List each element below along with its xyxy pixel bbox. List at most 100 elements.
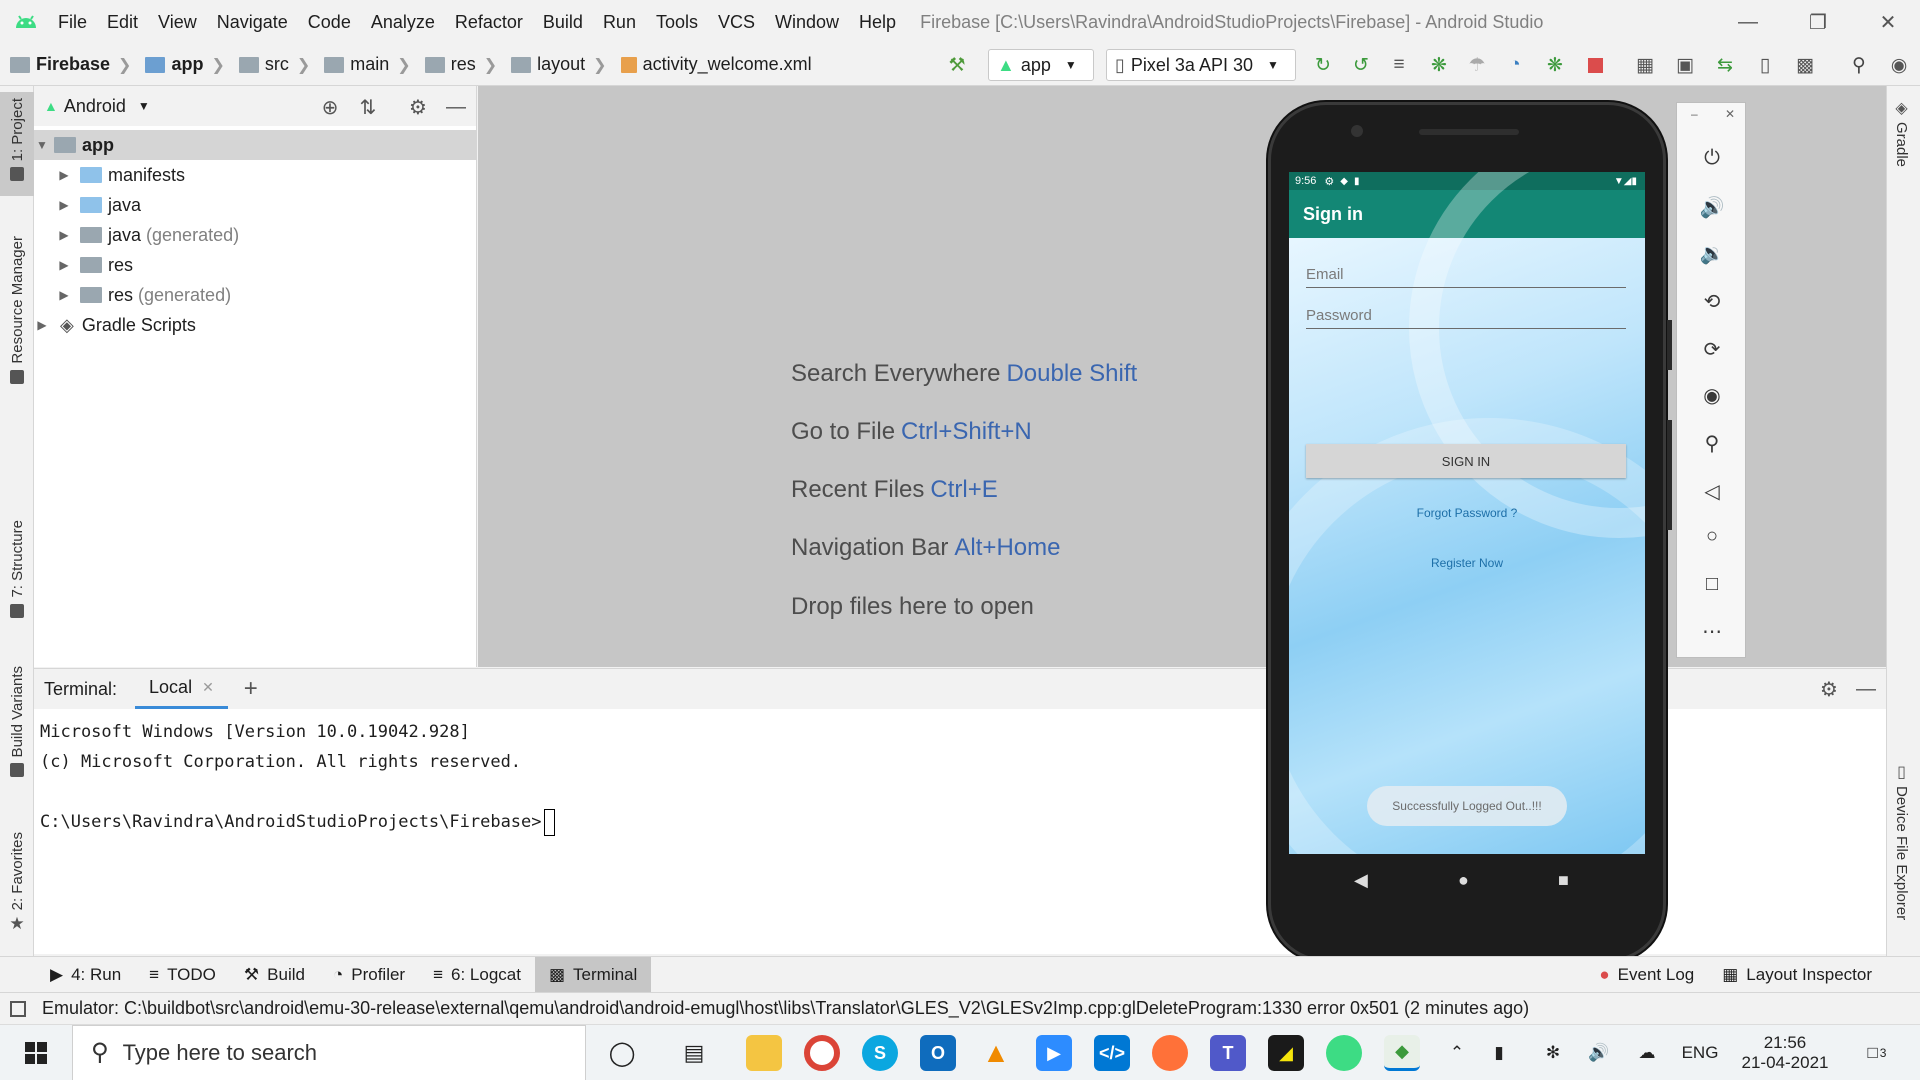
status-message[interactable]: Emulator: C:\buildbot\src\android\emu-30… [42,998,1529,1019]
tab-event-log[interactable]: ● Event Log [1585,957,1708,993]
tab-project[interactable]: 1: Project [0,92,34,196]
sync-gradle-icon[interactable]: ⇆ [1712,52,1738,78]
tab-logcat[interactable]: ≡ 6: Logcat [419,957,535,993]
gear-icon[interactable]: ⚙ [1820,677,1838,702]
tab-todo[interactable]: ≡ TODO [135,957,230,993]
tree-item-res[interactable]: ▶ res [34,250,477,280]
collapsed-arrow-icon[interactable]: ▶ [56,258,72,272]
tab-build[interactable]: ⚒ Build [230,957,319,993]
tab-favorites[interactable]: 2: Favorites ★ [0,832,34,942]
terminal-tab-local[interactable]: Local ✕ [135,669,228,709]
close-icon[interactable]: ✕ [1860,0,1916,44]
breadcrumb-firebase[interactable]: Firebase ❯ [0,54,135,75]
menu-view[interactable]: View [148,12,207,33]
debug-icon[interactable]: ❋ [1426,52,1452,78]
outlook-icon[interactable]: O [920,1035,956,1071]
volume-up-icon[interactable]: 🔊 [1677,195,1747,220]
emulator-screen[interactable]: 9:56 ⚙ ◆ ▮ ▼◢▮ Sign in Email Password SI… [1289,172,1645,854]
input-language[interactable]: ENG [1680,1025,1720,1080]
tab-gradle[interactable]: ◈ Gradle [1893,98,1910,167]
attach-debugger-icon[interactable]: ❋ [1542,52,1568,78]
tab-build-variants[interactable]: Build Variants [0,666,34,796]
tree-item-app[interactable]: ▼ app [34,130,477,160]
android-back-icon[interactable]: ◀ [1354,870,1368,891]
screenshot-camera-icon[interactable]: ◉ [1677,383,1747,408]
project-structure-icon[interactable]: ▦ [1632,52,1658,78]
menu-tools[interactable]: Tools [646,12,708,33]
gear-icon[interactable]: ⚙ [406,95,430,119]
assistant-icon[interactable]: ◉ [1886,52,1912,78]
close-tab-icon[interactable]: ✕ [202,679,214,696]
coverage-icon[interactable]: ☂ [1464,52,1490,78]
project-view-select[interactable]: Android [64,96,126,117]
profile-icon[interactable]: ◔ [1502,52,1528,78]
vlc-icon[interactable]: ▲ [978,1035,1014,1071]
collapsed-arrow-icon[interactable]: ▶ [56,198,72,212]
rerun-icon[interactable]: ↻ [1310,52,1336,78]
breadcrumb-layout[interactable]: layout ❯ [501,54,610,75]
power-icon[interactable]: ⏻ [1677,147,1747,170]
menu-window[interactable]: Window [765,12,849,33]
make-project-hammer-icon[interactable]: ⚒ [944,52,970,78]
back-icon[interactable]: ◁ [1677,479,1747,504]
breadcrumb-src[interactable]: src ❯ [229,54,314,75]
tab-structure[interactable]: 7: Structure [0,520,34,630]
menu-build[interactable]: Build [533,12,593,33]
cortana-icon[interactable]: ◯ [604,1035,640,1071]
locate-icon[interactable]: ⊕ [318,95,342,119]
android-home-icon[interactable]: ● [1458,870,1469,891]
breadcrumb-main[interactable]: main ❯ [314,54,414,75]
search-icon[interactable]: ⚲ [1846,52,1872,78]
taskbar-search-box[interactable]: ⚲ Type here to search [72,1024,586,1080]
firefox-icon[interactable] [1152,1035,1188,1071]
breadcrumb-res[interactable]: res ❯ [415,54,501,75]
emulator-taskbar-icon[interactable]: ◆ [1384,1035,1420,1071]
skype-icon[interactable]: S [862,1035,898,1071]
menu-file[interactable]: File [48,12,97,33]
password-field[interactable]: Password [1306,307,1626,329]
volume-icon[interactable]: 🔊 [1584,1025,1614,1080]
chrome-icon[interactable] [804,1035,840,1071]
battery-icon[interactable]: ▮ [1484,1025,1514,1080]
toggle-tool-windows-icon[interactable] [10,1000,26,1017]
file-explorer-icon[interactable] [746,1035,782,1071]
breadcrumb-file[interactable]: activity_welcome.xml [611,54,816,75]
avd-manager-icon[interactable]: ▯ [1752,52,1778,78]
android-recents-icon[interactable]: ■ [1558,870,1569,891]
menu-analyze[interactable]: Analyze [361,12,445,33]
tree-item-res-generated[interactable]: ▶ res (generated) [34,280,477,310]
tree-item-gradle-scripts[interactable]: ▶ ◈ Gradle Scripts [34,310,477,340]
rotate-right-icon[interactable]: ⟳ [1677,337,1747,362]
minimize-icon[interactable]: — [1720,0,1776,44]
sign-in-button[interactable]: SIGN IN [1306,444,1626,478]
menu-navigate[interactable]: Navigate [207,12,298,33]
collapsed-arrow-icon[interactable]: ▶ [56,288,72,302]
clock[interactable]: 21:56 21-04-2021 [1730,1025,1840,1080]
collapsed-arrow-icon[interactable]: ▶ [56,228,72,242]
vscode-icon[interactable]: </> [1094,1035,1130,1071]
sdk-manager-icon[interactable]: ▩ [1792,52,1818,78]
tab-resource-manager[interactable]: Resource Manager [0,236,34,396]
editor-empty-area[interactable]: Search Everywhere Double Shift Go to File… [478,86,1886,667]
menu-refactor[interactable]: Refactor [445,12,533,33]
tab-layout-inspector[interactable]: ▦ Layout Inspector [1708,957,1886,993]
notifications-icon[interactable]: □ 3 [1852,1025,1902,1080]
expanded-arrow-icon[interactable]: ▼ [34,138,50,152]
onedrive-cloud-icon[interactable]: ☁ [1632,1025,1662,1080]
tree-item-java-generated[interactable]: ▶ java (generated) [34,220,477,250]
home-icon[interactable]: ○ [1677,525,1747,548]
volume-down-icon[interactable]: 🔉 [1677,241,1747,266]
menu-code[interactable]: Code [298,12,361,33]
menu-edit[interactable]: Edit [97,12,148,33]
overview-icon[interactable]: □ [1677,573,1747,596]
hide-panel-icon[interactable]: — [444,95,468,119]
collapsed-arrow-icon[interactable]: ▶ [34,318,50,332]
tree-item-manifests[interactable]: ▶ manifests [34,160,477,190]
collapsed-arrow-icon[interactable]: ▶ [56,168,72,182]
close-icon[interactable]: ✕ [1725,107,1735,121]
zoom-app-icon[interactable]: ▶ [1036,1035,1072,1071]
apply-changes-icon[interactable]: ↺ [1348,52,1374,78]
teams-icon[interactable]: T [1210,1035,1246,1071]
zoom-icon[interactable]: ⚲ [1677,431,1747,456]
rotate-left-icon[interactable]: ⟲ [1677,289,1747,314]
